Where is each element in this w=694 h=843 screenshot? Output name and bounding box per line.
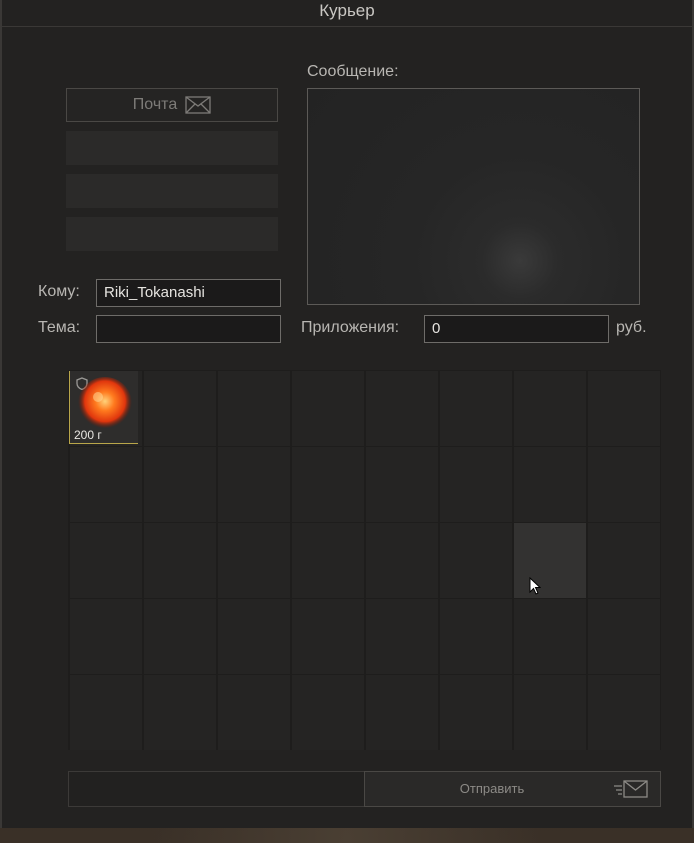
inventory-slot[interactable] xyxy=(218,447,290,522)
title-divider xyxy=(0,26,694,27)
inventory-slot[interactable] xyxy=(440,675,512,750)
to-label: Кому: xyxy=(38,283,80,300)
inventory-slot[interactable] xyxy=(144,599,216,674)
inventory-slot[interactable] xyxy=(218,371,290,446)
inventory-slot[interactable] xyxy=(440,447,512,522)
inventory-slot[interactable] xyxy=(366,599,438,674)
inventory-slot[interactable] xyxy=(218,599,290,674)
attachments-label: Приложения: xyxy=(301,319,400,336)
message-textarea[interactable] xyxy=(307,88,640,305)
mail-button[interactable]: Почта xyxy=(66,88,278,122)
inventory-slot[interactable] xyxy=(218,523,290,598)
mail-button-label: Почта xyxy=(132,96,178,113)
inventory-slot[interactable] xyxy=(588,675,660,750)
recipient-input[interactable]: Riki_Tokanashi xyxy=(96,279,281,307)
inventory-slot[interactable] xyxy=(144,675,216,750)
inventory-slot[interactable] xyxy=(366,523,438,598)
window-title: Курьер xyxy=(319,1,375,20)
inventory-slot[interactable] xyxy=(366,675,438,750)
inventory-slot[interactable] xyxy=(144,523,216,598)
currency-label: руб. xyxy=(616,319,647,336)
mail-slot[interactable] xyxy=(66,174,278,208)
item-amount: 200 г xyxy=(74,428,102,442)
inventory-slot[interactable] xyxy=(366,371,438,446)
send-button[interactable]: Отправить xyxy=(364,771,661,807)
attachments-amount-input[interactable]: 0 xyxy=(424,315,609,343)
inventory-slot[interactable] xyxy=(292,599,364,674)
subject-label: Тема: xyxy=(38,319,81,336)
inventory-slot[interactable] xyxy=(366,447,438,522)
mouse-cursor-icon xyxy=(529,576,542,600)
inventory-slot[interactable] xyxy=(514,447,586,522)
envelope-icon xyxy=(185,96,211,114)
inventory-slot[interactable] xyxy=(70,599,142,674)
inventory-slot[interactable] xyxy=(70,675,142,750)
mail-slot[interactable] xyxy=(66,217,278,251)
inventory-grid xyxy=(68,370,661,750)
inventory-slot[interactable] xyxy=(514,599,586,674)
inventory-slot[interactable] xyxy=(588,599,660,674)
inventory-slot[interactable] xyxy=(440,371,512,446)
message-label: Сообщение: xyxy=(307,63,399,80)
send-button-label: Отправить xyxy=(459,781,525,796)
inventory-slot-hovered[interactable] xyxy=(514,523,586,598)
inventory-slot[interactable] xyxy=(70,523,142,598)
inventory-slot[interactable] xyxy=(440,523,512,598)
inventory-slot[interactable] xyxy=(440,599,512,674)
inventory-slot[interactable] xyxy=(588,523,660,598)
inventory-slot[interactable] xyxy=(292,371,364,446)
send-mail-icon xyxy=(613,778,649,803)
inventory-slot[interactable] xyxy=(292,447,364,522)
inventory-slot[interactable] xyxy=(588,447,660,522)
inventory-slot[interactable] xyxy=(514,675,586,750)
inventory-slot[interactable] xyxy=(144,447,216,522)
inventory-slot[interactable] xyxy=(292,523,364,598)
mail-slot[interactable] xyxy=(66,131,278,165)
inventory-slot[interactable] xyxy=(514,371,586,446)
inventory-slot[interactable] xyxy=(144,371,216,446)
inventory-slot[interactable] xyxy=(218,675,290,750)
inventory-slot[interactable] xyxy=(292,675,364,750)
inventory-slot[interactable] xyxy=(588,371,660,446)
subject-input[interactable] xyxy=(96,315,281,343)
inventory-slot[interactable] xyxy=(70,447,142,522)
